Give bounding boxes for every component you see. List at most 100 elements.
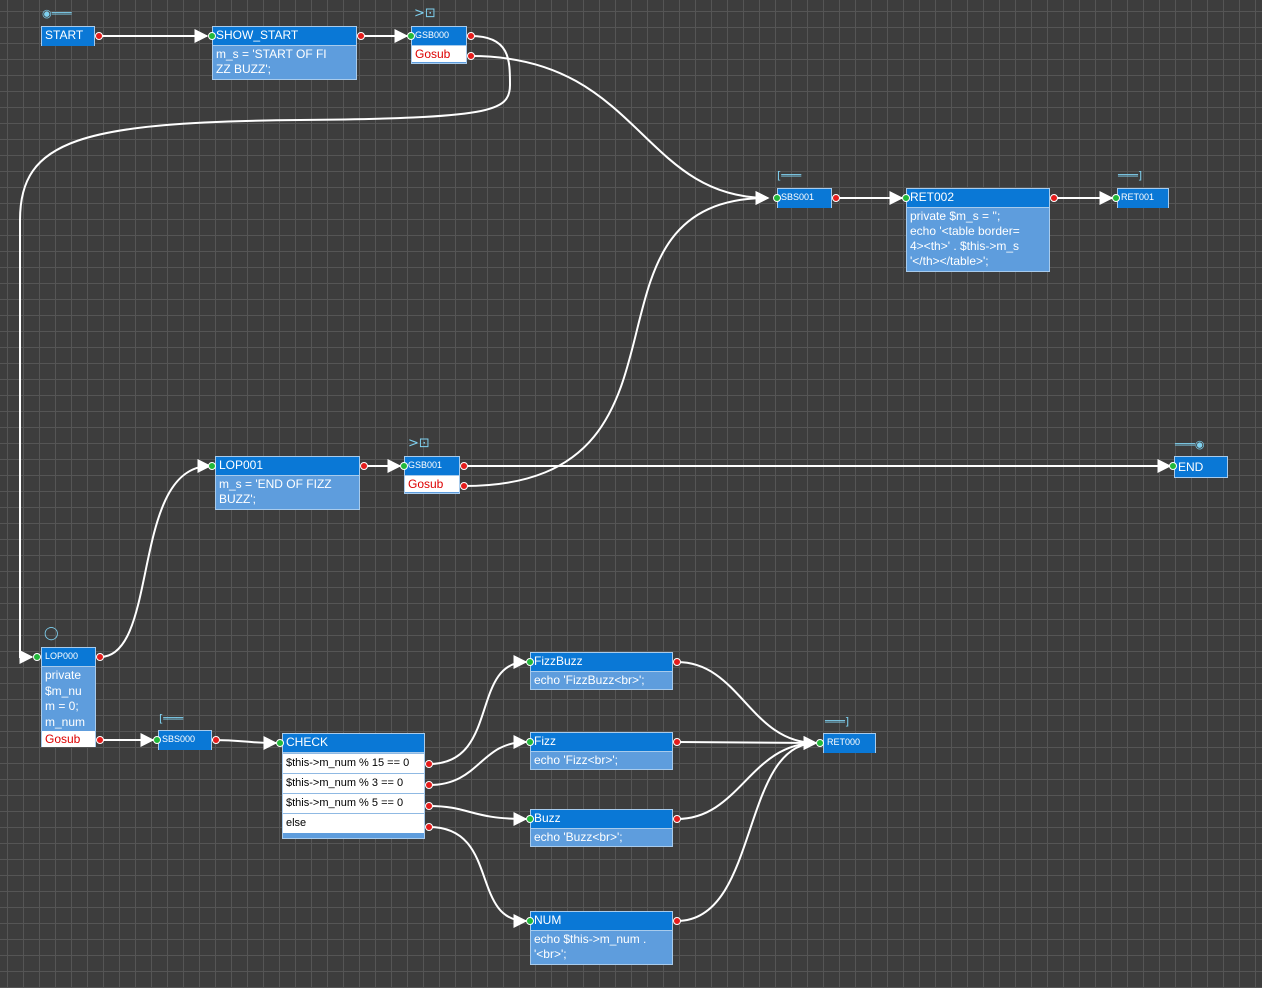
output-port[interactable]	[673, 658, 681, 666]
start-marker-icon: ◉═══	[42, 7, 72, 20]
node-title: LOP001	[216, 457, 359, 476]
node-show-start[interactable]: SHOW_START m_s = 'START OF FI ZZ BUZZ';	[212, 26, 357, 80]
gosub-marker-icon: >⊡	[414, 6, 436, 21]
node-title: RET001	[1118, 189, 1168, 208]
input-port[interactable]	[816, 739, 824, 747]
output-port[interactable]	[673, 815, 681, 823]
condition-5: $this->m_num % 5 == 0	[283, 793, 424, 813]
node-body: m_s = 'END OF FIZZ BUZZ';	[219, 477, 332, 506]
wire-gsb000-lop000	[19, 35, 512, 664]
node-title: FizzBuzz	[531, 653, 672, 672]
input-port[interactable]	[526, 738, 534, 746]
wire-check-num	[428, 826, 528, 928]
node-title: Buzz	[531, 810, 672, 829]
node-body: echo 'FizzBuzz<br>';	[534, 673, 645, 687]
node-title: GSB001	[405, 457, 459, 476]
gosub-label: Gosub	[405, 476, 459, 492]
node-check[interactable]: CHECK $this->m_num % 15 == 0 $this->m_nu…	[282, 733, 425, 839]
output-port[interactable]	[832, 194, 840, 202]
input-port[interactable]	[1169, 462, 1177, 470]
condition-15: $this->m_num % 15 == 0	[283, 753, 424, 773]
node-num[interactable]: NUM echo $this->m_num . '<br>';	[530, 911, 673, 965]
node-ret000[interactable]: RET000	[823, 733, 876, 753]
condition-output-port[interactable]	[425, 802, 433, 810]
output-port[interactable]	[96, 653, 104, 661]
output-port[interactable]	[460, 462, 468, 470]
input-port[interactable]	[902, 194, 910, 202]
node-title: END	[1175, 457, 1227, 477]
gosub-marker-icon: >⊡	[408, 436, 430, 451]
node-body: echo $this->m_num . '<br>';	[534, 932, 647, 961]
node-title: START	[42, 27, 94, 46]
output-port[interactable]	[1050, 194, 1058, 202]
node-title: GSB000	[412, 27, 466, 46]
input-port[interactable]	[208, 462, 216, 470]
wire-fizz-ret000	[676, 735, 818, 750]
gosub-label: Gosub	[412, 46, 466, 62]
node-buzz[interactable]: Buzz echo 'Buzz<br>';	[530, 809, 673, 847]
wire-sbs000-check	[211, 735, 278, 750]
sub-end-marker-icon: ═══]	[1118, 169, 1143, 182]
gosub-label: Gosub	[42, 731, 95, 747]
node-body: echo 'Fizz<br>';	[534, 753, 618, 767]
wire-check-buzz	[428, 805, 528, 826]
node-body: echo 'Buzz<br>';	[534, 830, 623, 844]
input-port[interactable]	[276, 739, 284, 747]
node-body: private $m_nu m = 0; m_num	[45, 668, 86, 729]
input-port[interactable]	[407, 32, 415, 40]
node-gsb000[interactable]: GSB000 Gosub	[411, 26, 467, 64]
wire-gsb000-sbs001	[470, 55, 770, 205]
condition-3: $this->m_num % 3 == 0	[283, 773, 424, 793]
node-gsb001[interactable]: GSB001 Gosub	[404, 456, 460, 494]
node-ret001[interactable]: RET001	[1117, 188, 1169, 208]
output-port[interactable]	[467, 32, 475, 40]
node-sbs001[interactable]: SBS001	[777, 188, 832, 208]
node-end[interactable]: END	[1174, 456, 1228, 478]
output-port[interactable]	[360, 462, 368, 470]
node-lop001[interactable]: LOP001 m_s = 'END OF FIZZ BUZZ';	[215, 456, 360, 510]
wire-check-fizz	[428, 735, 528, 786]
input-port[interactable]	[526, 917, 534, 925]
sub-end-marker-icon: ═══]	[825, 715, 850, 728]
gosub-output-port[interactable]	[467, 52, 475, 60]
sub-start-marker-icon: [═══	[159, 712, 184, 725]
node-title: RET000	[824, 734, 875, 753]
node-title: LOP000	[42, 648, 95, 667]
input-port[interactable]	[153, 736, 161, 744]
gosub-output-port[interactable]	[96, 736, 104, 744]
node-title: Fizz	[531, 733, 672, 752]
output-port[interactable]	[212, 736, 220, 744]
flow-canvas[interactable]: ◉═══ >⊡ [═══ ═══] >⊡ ═══◉ ◯ [═══ ═══] ST…	[0, 0, 1262, 988]
node-title: SBS001	[778, 189, 831, 208]
node-start[interactable]: START	[41, 26, 95, 46]
input-port[interactable]	[1112, 194, 1120, 202]
input-port[interactable]	[526, 815, 534, 823]
output-port[interactable]	[673, 738, 681, 746]
node-title: RET002	[907, 189, 1049, 208]
wire-fizzbuzz-ret000	[676, 661, 818, 750]
wire-gsb001-sbs001	[463, 191, 770, 487]
condition-output-port[interactable]	[425, 760, 433, 768]
input-port[interactable]	[33, 653, 41, 661]
loop-marker-icon: ◯	[44, 626, 59, 641]
node-lop000[interactable]: LOP000 private $m_nu m = 0; m_num Gosub	[41, 647, 96, 747]
wire-num-ret000	[676, 736, 818, 922]
output-port[interactable]	[357, 32, 365, 40]
condition-output-port[interactable]	[425, 823, 433, 831]
node-title: NUM	[531, 912, 672, 931]
input-port[interactable]	[400, 462, 408, 470]
input-port[interactable]	[773, 194, 781, 202]
node-sbs000[interactable]: SBS000	[158, 730, 212, 750]
output-port[interactable]	[95, 32, 103, 40]
wire-lop000-lop001	[99, 459, 212, 658]
input-port[interactable]	[208, 32, 216, 40]
node-fizzbuzz[interactable]: FizzBuzz echo 'FizzBuzz<br>';	[530, 652, 673, 690]
wire-buzz-ret000	[676, 736, 818, 820]
gosub-output-port[interactable]	[460, 482, 468, 490]
input-port[interactable]	[526, 658, 534, 666]
end-marker-icon: ═══◉	[1175, 438, 1205, 451]
node-fizz[interactable]: Fizz echo 'Fizz<br>';	[530, 732, 673, 770]
node-ret002[interactable]: RET002 private $m_s = ''; echo '<table b…	[906, 188, 1050, 272]
condition-output-port[interactable]	[425, 781, 433, 789]
output-port[interactable]	[673, 917, 681, 925]
